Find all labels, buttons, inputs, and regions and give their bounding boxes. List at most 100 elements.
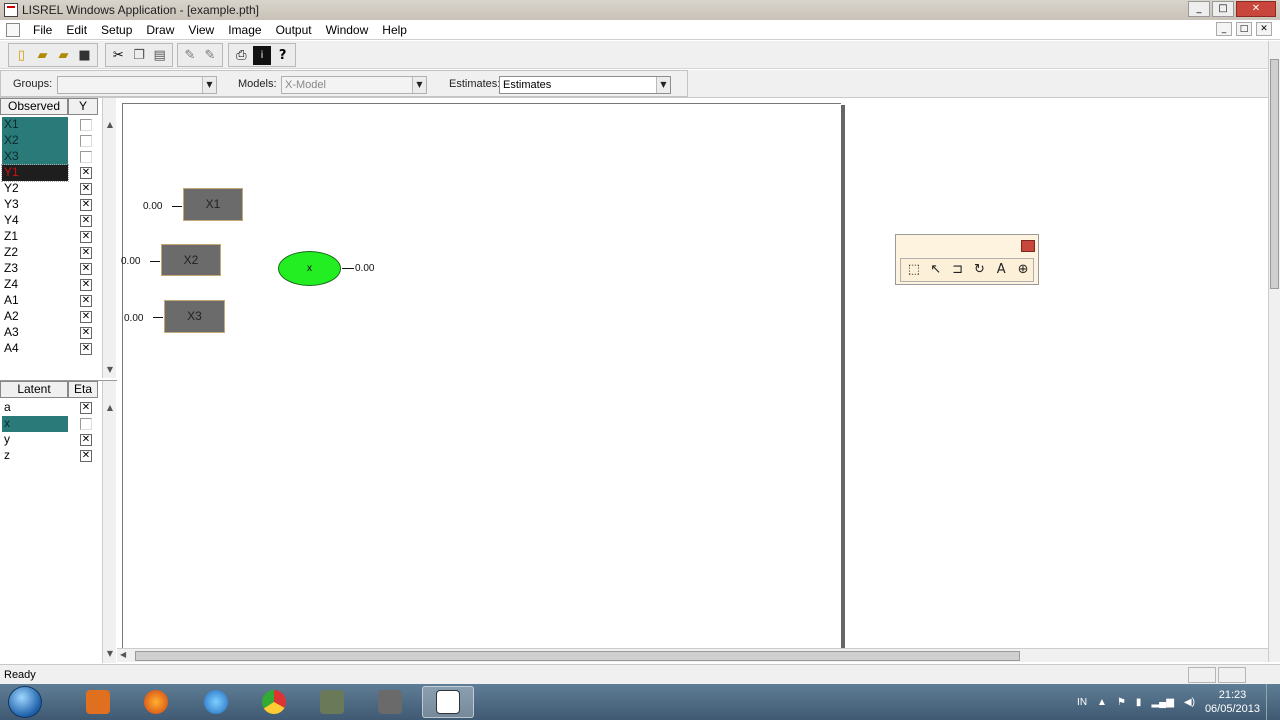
unchecked-box-icon[interactable] — [80, 418, 92, 430]
unchecked-box-icon[interactable] — [80, 151, 92, 163]
latent-var-name[interactable]: x — [2, 416, 68, 432]
checked-box-icon[interactable]: ✕ — [80, 263, 92, 275]
observed-row[interactable]: A4 ✕ — [0, 341, 100, 357]
horizontal-scrollbar[interactable]: ◀ — [117, 648, 1268, 662]
show-desktop-button[interactable] — [1266, 684, 1280, 720]
observed-var-name[interactable]: A1 — [2, 293, 68, 309]
checked-box-icon[interactable]: ✕ — [80, 295, 92, 307]
checked-box-icon[interactable]: ✕ — [80, 167, 92, 179]
menu-draw[interactable]: Draw — [139, 21, 181, 39]
checked-box-icon[interactable]: ✕ — [80, 311, 92, 323]
latent-row[interactable]: z ✕ — [0, 448, 100, 464]
observed-scrollbar[interactable]: ▲ ▼ — [102, 98, 116, 378]
observed-row[interactable]: Y4 ✕ — [0, 213, 100, 229]
horizontal-scroll-thumb[interactable] — [135, 651, 1020, 661]
draw-icon[interactable]: ✎ — [181, 46, 199, 65]
observed-var-name[interactable]: Y4 — [2, 213, 68, 229]
vertical-scroll-thumb[interactable] — [1270, 59, 1279, 289]
rotate-icon[interactable]: ↻ — [969, 260, 989, 280]
scroll-up-icon[interactable]: ▲ — [103, 401, 117, 415]
checked-box-icon[interactable]: ✕ — [80, 402, 92, 414]
zoom-icon[interactable]: ⊕ — [1013, 260, 1033, 280]
observed-row[interactable]: A3 ✕ — [0, 325, 100, 341]
taskbar-ie[interactable] — [190, 686, 242, 718]
checked-box-icon[interactable]: ✕ — [80, 450, 92, 462]
doc-close-button[interactable]: ✕ — [1256, 22, 1272, 36]
menu-view[interactable]: View — [181, 21, 221, 39]
diagram-canvas[interactable]: 0.00 X1 0.00 X2 0.00 X3 x 0.00 — [117, 98, 1268, 648]
latent-header-name[interactable]: Latent — [0, 381, 68, 398]
menu-image[interactable]: Image — [221, 21, 268, 39]
diagram-page[interactable] — [122, 103, 841, 648]
observed-var-name[interactable]: A3 — [2, 325, 68, 341]
observed-var-name[interactable]: Z4 — [2, 277, 68, 293]
observed-var-name[interactable]: X1 — [2, 117, 68, 133]
observed-var-name[interactable]: Y2 — [2, 181, 68, 197]
doc-minimize-button[interactable]: _ — [1216, 22, 1232, 36]
observed-var-name[interactable]: Z3 — [2, 261, 68, 277]
menu-file[interactable]: File — [26, 21, 59, 39]
text-icon[interactable]: A — [991, 260, 1011, 280]
latent-scrollbar[interactable]: ▲ ▼ — [102, 381, 116, 663]
menu-setup[interactable]: Setup — [94, 21, 139, 39]
observed-var-name[interactable]: X2 — [2, 133, 68, 149]
close-button[interactable]: ✕ — [1236, 1, 1276, 17]
network-icon[interactable]: ▂▄▆ — [1151, 697, 1173, 708]
checked-box-icon[interactable]: ✕ — [80, 343, 92, 355]
observed-row[interactable]: A1 ✕ — [0, 293, 100, 309]
menu-window[interactable]: Window — [319, 21, 376, 39]
checked-box-icon[interactable]: ✕ — [80, 434, 92, 446]
chevron-down-icon[interactable]: ▼ — [412, 77, 426, 93]
paste-icon[interactable]: ▤ — [150, 46, 169, 65]
chevron-up-icon[interactable]: ▲ — [1097, 697, 1107, 708]
observed-box-x3[interactable]: X3 — [164, 300, 225, 333]
open-folder-icon[interactable]: ▰ — [54, 46, 73, 65]
taskbar-app-2[interactable] — [364, 686, 416, 718]
maximize-button[interactable]: □ — [1212, 1, 1234, 17]
volume-icon[interactable]: ◀) — [1184, 697, 1195, 708]
observed-var-name[interactable]: Y1 — [1, 164, 69, 182]
doc-restore-button[interactable]: □ — [1236, 22, 1252, 36]
help-icon[interactable]: ? — [273, 46, 292, 65]
taskbar-lisrel[interactable] — [422, 686, 474, 718]
observed-row[interactable]: X1 — [0, 117, 100, 133]
observed-header-name[interactable]: Observed — [0, 98, 68, 115]
observed-row[interactable]: A2 ✕ — [0, 309, 100, 325]
observed-row[interactable]: X3 — [0, 149, 100, 165]
clock[interactable]: 21:23 06/05/2013 — [1205, 688, 1260, 716]
observed-row[interactable]: Z4 ✕ — [0, 277, 100, 293]
observed-row[interactable]: Z3 ✕ — [0, 261, 100, 277]
observed-header-flag[interactable]: Y — [68, 98, 98, 115]
observed-box-x1[interactable]: X1 — [183, 188, 243, 221]
checked-box-icon[interactable]: ✕ — [80, 279, 92, 291]
latent-var-name[interactable]: y — [2, 432, 68, 448]
drawing-palette[interactable]: ⬚ ↖ ⊐ ↻ A ⊕ — [895, 234, 1039, 285]
checked-box-icon[interactable]: ✕ — [80, 199, 92, 211]
taskbar-chrome[interactable] — [248, 686, 300, 718]
observed-box-x2[interactable]: X2 — [161, 244, 221, 276]
info-icon[interactable]: i — [252, 45, 272, 65]
checked-box-icon[interactable]: ✕ — [80, 231, 92, 243]
chevron-down-icon[interactable]: ▼ — [202, 77, 216, 93]
print-icon[interactable]: ⎙ — [232, 46, 251, 65]
language-indicator[interactable]: IN — [1077, 697, 1087, 708]
observed-var-name[interactable]: Z1 — [2, 229, 68, 245]
checked-box-icon[interactable]: ✕ — [80, 247, 92, 259]
latent-header-flag[interactable]: Eta — [68, 381, 98, 398]
arrow-icon[interactable]: ↖ — [926, 260, 946, 280]
observed-row[interactable]: Y1 ✕ — [0, 164, 100, 182]
cut-icon[interactable]: ✂ — [109, 46, 128, 65]
models-select[interactable]: X-Model ▼ — [281, 76, 427, 94]
taskbar-media-app[interactable] — [72, 686, 124, 718]
unchecked-box-icon[interactable] — [80, 135, 92, 147]
checked-box-icon[interactable]: ✕ — [80, 327, 92, 339]
observed-var-name[interactable]: A4 — [2, 341, 68, 357]
observed-row[interactable]: Z1 ✕ — [0, 229, 100, 245]
latent-var-name[interactable]: z — [2, 448, 68, 464]
flag-icon[interactable]: ⚑ — [1117, 697, 1126, 708]
observed-row[interactable]: Z2 ✕ — [0, 245, 100, 261]
curve-icon[interactable]: ⊐ — [948, 260, 968, 280]
select-icon[interactable]: ⬚ — [904, 260, 924, 280]
taskbar-firefox[interactable] — [130, 686, 182, 718]
estimates-select[interactable]: Estimates ▼ — [499, 76, 671, 94]
